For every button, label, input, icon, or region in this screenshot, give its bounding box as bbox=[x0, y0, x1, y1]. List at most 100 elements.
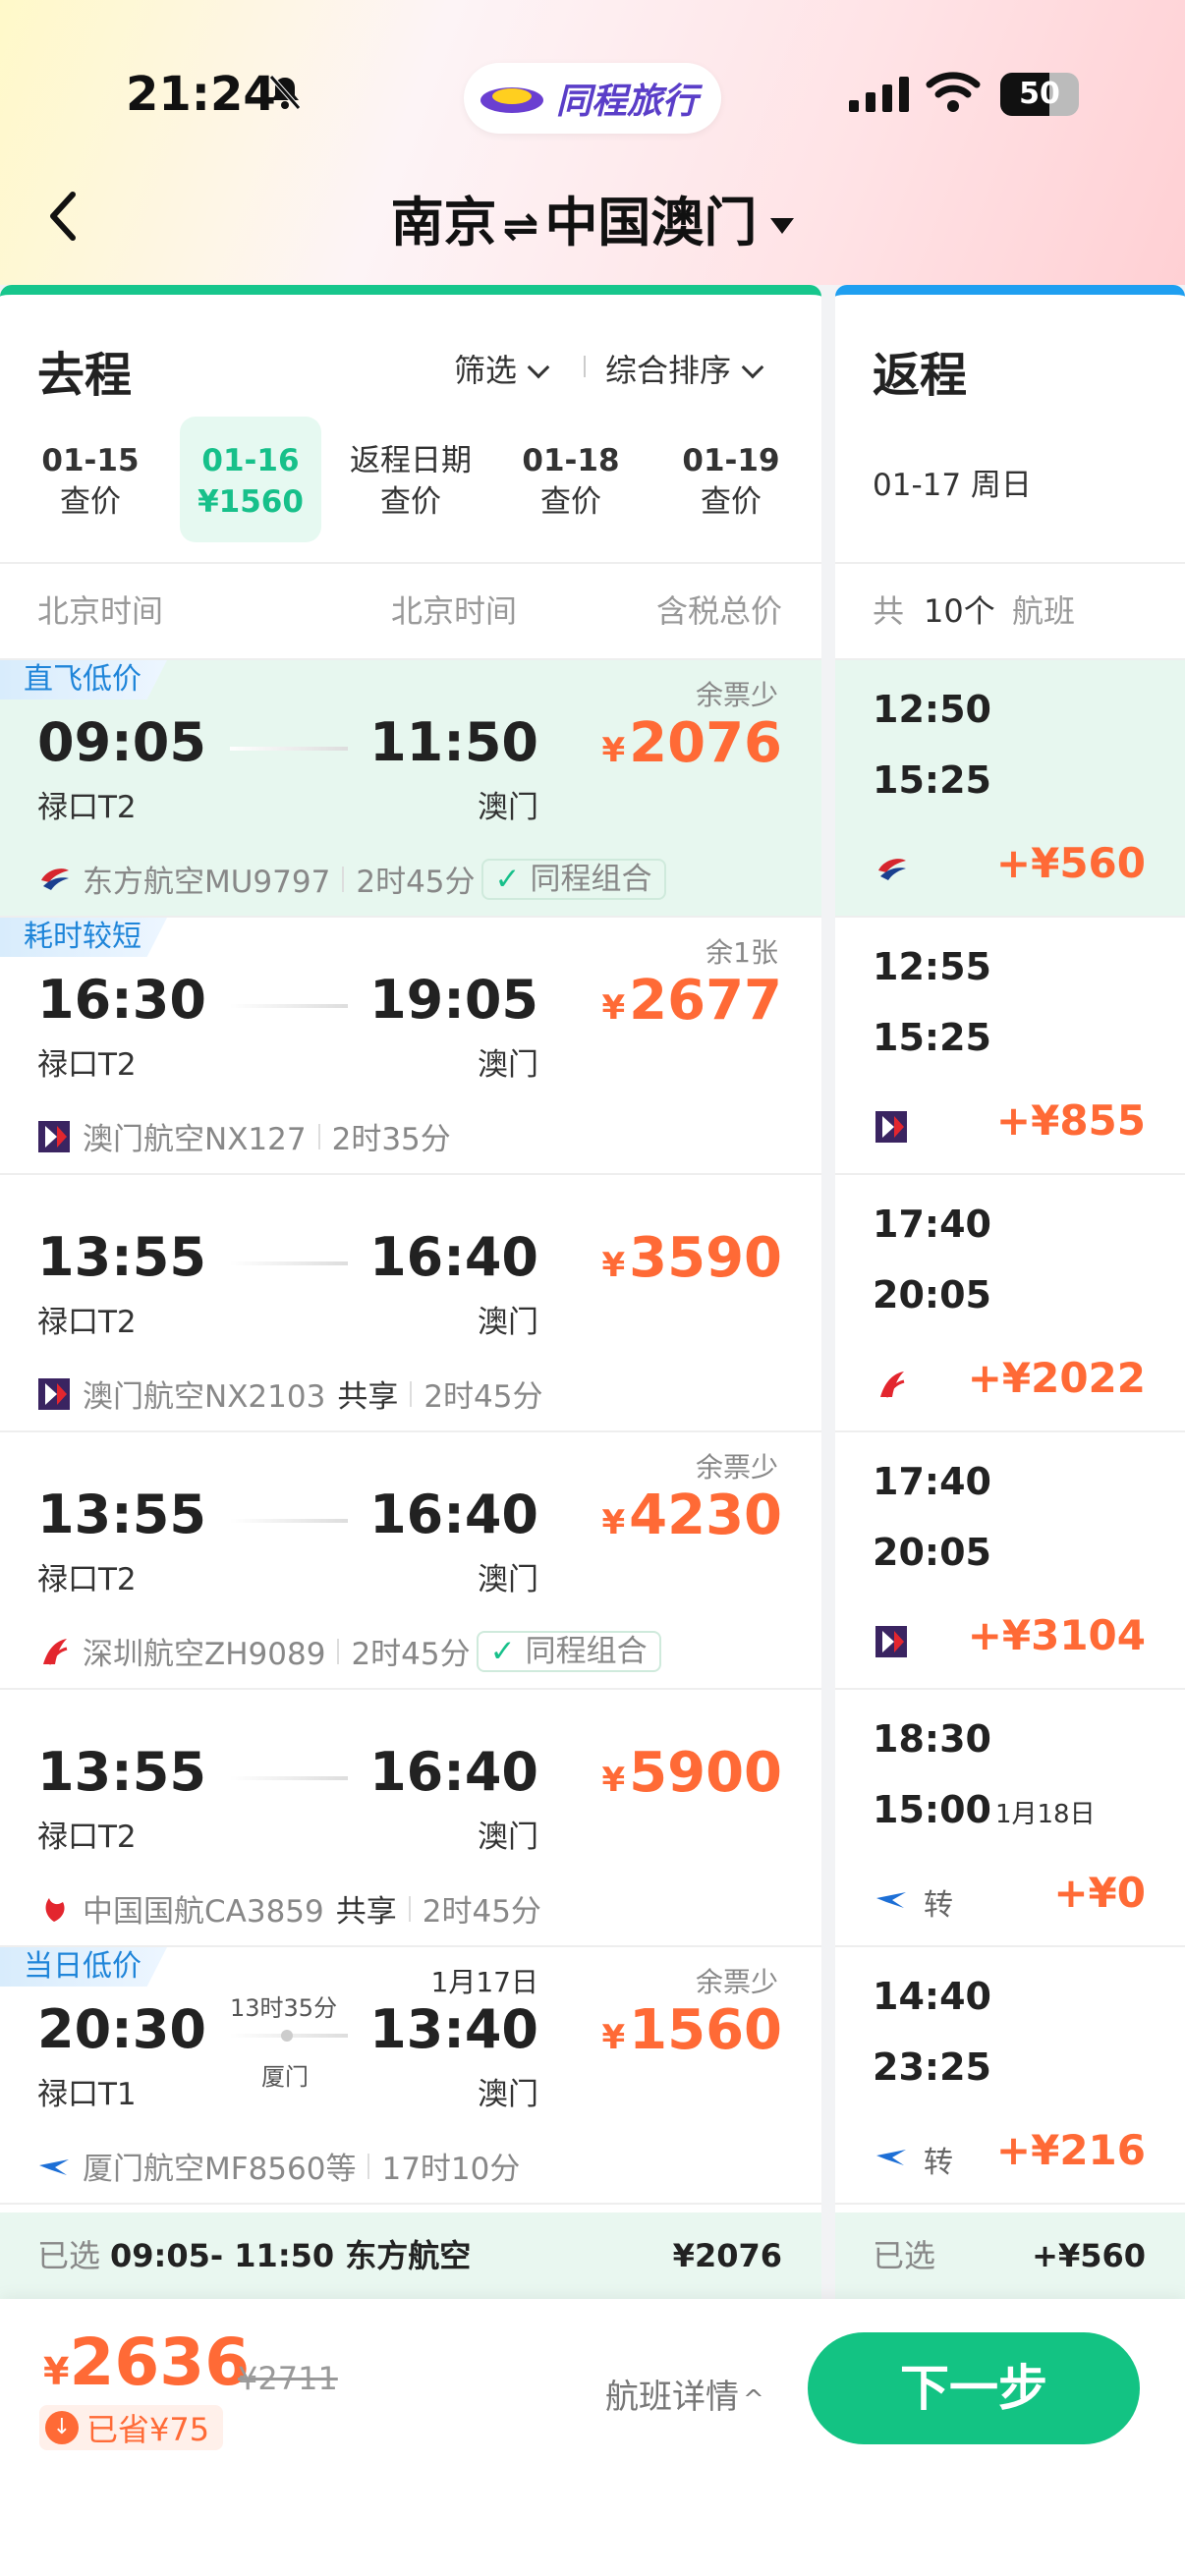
airline-info: 中国国航CA3859 共享 2时45分 bbox=[37, 1886, 541, 1931]
combo-badge: ✓ 同程组合 bbox=[480, 858, 666, 900]
filter-button[interactable]: 筛选 bbox=[454, 346, 550, 391]
return-flight-row[interactable]: 14:40 23:25 转 +¥216 bbox=[835, 1947, 1185, 2205]
date-tab-sub: 查价 bbox=[380, 484, 441, 520]
china-eastern-logo-icon bbox=[875, 853, 908, 886]
arr-airport: 澳门 bbox=[478, 2077, 538, 2112]
return-price: +¥216 bbox=[995, 2126, 1146, 2174]
shenzhen-logo-icon bbox=[37, 1635, 71, 1668]
air-macau-logo-icon bbox=[875, 1110, 908, 1144]
arr-time: 20:05 bbox=[873, 1273, 991, 1316]
dep-airport: 禄口T2 bbox=[37, 1820, 137, 1855]
return-flight-row[interactable]: 12:50 15:25 +¥560 bbox=[835, 660, 1185, 918]
return-price: +¥2022 bbox=[967, 1354, 1146, 1402]
date-tab[interactable]: 返程日期 查价 bbox=[340, 417, 481, 542]
ticket-note: 余1张 bbox=[705, 936, 778, 969]
sort-label: 综合排序 bbox=[605, 352, 732, 389]
arr-time: 19:05 bbox=[369, 969, 538, 1031]
check-icon: ✓ bbox=[494, 861, 521, 897]
airline-name: 澳门航空NX127 bbox=[83, 1122, 307, 1157]
chevron-up-icon: ^ bbox=[743, 2385, 764, 2415]
check-icon: ✓ bbox=[489, 1633, 516, 1669]
return-flight-row[interactable]: 17:40 20:05 +¥3104 bbox=[835, 1432, 1185, 1690]
china-eastern-logo-icon bbox=[37, 863, 71, 896]
swap-arrow-icon: ⇌ bbox=[502, 201, 539, 252]
route-line bbox=[230, 1004, 348, 1008]
selected-flight: 09:05- 11:50 东方航空 bbox=[110, 2237, 472, 2274]
selected-price: +¥560 bbox=[1032, 2237, 1146, 2274]
chevron-down-icon bbox=[741, 356, 764, 379]
flight-price: ¥4230 bbox=[601, 1484, 782, 1547]
return-price: +¥3104 bbox=[967, 1611, 1146, 1659]
date-tab[interactable]: 01-15 查价 bbox=[20, 417, 161, 542]
airline-name: 中国国航CA3859 bbox=[83, 1894, 324, 1930]
arr-airport: 澳门 bbox=[478, 1820, 538, 1855]
status-time: 21:24 bbox=[126, 67, 276, 122]
return-price: +¥855 bbox=[995, 1096, 1146, 1145]
arr-time: 16:40 bbox=[369, 1484, 538, 1545]
flight-price: ¥1560 bbox=[601, 1998, 782, 2062]
outbound-flight-row[interactable]: 耗时较短 余1张 16:30 19:05 禄口T2 澳门 ¥2677 澳门航空NX127 2时3… bbox=[0, 918, 821, 1175]
route-line bbox=[230, 747, 348, 751]
ticket-note: 余票少 bbox=[695, 1451, 778, 1484]
return-flight-row[interactable]: 12:55 15:25 +¥855 bbox=[835, 918, 1185, 1175]
selected-label: 已选 bbox=[37, 2237, 101, 2274]
return-selected-bar: 已选 +¥560 bbox=[835, 2212, 1185, 2299]
stop-dot bbox=[281, 2030, 293, 2042]
saved-badge: ↓ 已省¥75 bbox=[39, 2405, 224, 2450]
return-panel: 返程 01-17 周日 共 10个 航班 12:50 15:25 +¥560 12:5… bbox=[835, 285, 1185, 2299]
flight-detail-link[interactable]: 航班详情 ^ bbox=[605, 2370, 764, 2418]
stop-duration: 13时35分 bbox=[230, 1994, 338, 2022]
airline-info: 深圳航空ZH9089 2时45分 ✓ 同程组合 bbox=[37, 1629, 661, 1673]
date-tabs: 01-15 查价 01-16 ¥1560 返程日期查价 01-18 查价 01-19 查… bbox=[20, 417, 802, 542]
airline-info: 澳门航空NX127 2时35分 bbox=[37, 1114, 451, 1158]
return-flight-row[interactable]: 18:30 15:00 1月18日转 +¥0 bbox=[835, 1690, 1185, 1947]
total-price: ¥2636 bbox=[43, 2324, 251, 2400]
combo-badge: ✓ 同程组合 bbox=[476, 1630, 661, 1672]
date-tab-date: 返程日期 bbox=[350, 443, 472, 478]
return-title: 返程 bbox=[873, 348, 968, 403]
ticket-note: 余票少 bbox=[695, 679, 778, 711]
col-price: 含税总价 bbox=[655, 592, 782, 630]
route-to: 中国澳门 bbox=[544, 192, 758, 253]
route-line bbox=[230, 1519, 348, 1523]
saved-text: 已省¥75 bbox=[86, 2411, 210, 2448]
transfer-label: 转 bbox=[924, 1888, 953, 1923]
xiamen-logo-icon bbox=[37, 2150, 71, 2183]
date-tab-date: 01-16 bbox=[201, 443, 300, 478]
flight-duration: 2时45分 bbox=[356, 865, 476, 900]
dep-time: 17:40 bbox=[873, 1460, 991, 1503]
dep-time: 12:50 bbox=[873, 688, 991, 731]
dep-time: 13:55 bbox=[37, 1484, 206, 1545]
dep-time: 18:30 bbox=[873, 1717, 991, 1761]
dep-airport: 禄口T2 bbox=[37, 1047, 137, 1083]
outbound-flight-row[interactable]: 13:55 16:40 禄口T2 澳门 ¥3590 澳门航空NX2103 共享 2时45分 bbox=[0, 1175, 821, 1432]
brand-name: 同程旅行 bbox=[556, 82, 699, 122]
outbound-flight-row[interactable]: 直飞低价 余票少 09:05 11:50 禄口T2 澳门 ¥2076 东方航空MU9797 2时… bbox=[0, 660, 821, 918]
detail-label: 航班详情 bbox=[605, 2378, 739, 2417]
header: 21:24 同程旅行 50 南京 ⇌ 中国澳门 bbox=[0, 0, 1185, 285]
airline-name: 澳门航空NX2103 bbox=[83, 1379, 326, 1415]
date-tab[interactable]: 01-18 查价 bbox=[500, 417, 642, 542]
flight-duration: 17时10分 bbox=[381, 2152, 521, 2187]
date-tab[interactable]: 01-19 查价 bbox=[660, 417, 802, 542]
next-step-button[interactable]: 下一步 bbox=[808, 2332, 1140, 2444]
flight-price: ¥5900 bbox=[601, 1741, 782, 1805]
outbound-flight-row[interactable]: 当日低价 余票少 20:30 13:40 禄口T1 澳门 13时35分 厦门 1月17日 ¥156… bbox=[0, 1947, 821, 2205]
outbound-flight-row[interactable]: 13:55 16:40 禄口T2 澳门 ¥5900 中国国航CA3859 共享 2时45分 bbox=[0, 1690, 821, 1947]
arr-time: 15:25 bbox=[873, 758, 991, 802]
return-date: 01-17 周日 bbox=[873, 468, 1032, 503]
codeshare-label: 共享 bbox=[337, 1379, 399, 1415]
outbound-title: 去程 bbox=[37, 348, 133, 403]
arr-time: 16:40 bbox=[369, 1741, 538, 1803]
date-tab-selected[interactable]: 01-16 ¥1560 bbox=[180, 417, 321, 542]
route-title[interactable]: 南京 ⇌ 中国澳门 bbox=[0, 179, 1185, 256]
outbound-flight-row[interactable]: 余票少 13:55 16:40 禄口T2 澳门 ¥4230 深圳航空ZH9089 2时45分 ✓… bbox=[0, 1432, 821, 1690]
return-flight-row[interactable]: 17:40 20:05 +¥2022 bbox=[835, 1175, 1185, 1432]
wifi-icon bbox=[926, 72, 981, 112]
arr-time: 20:05 bbox=[873, 1531, 991, 1574]
total-price-value: 2636 bbox=[69, 2324, 251, 2400]
dep-time: 13:55 bbox=[37, 1226, 206, 1288]
sort-button[interactable]: 综合排序 bbox=[605, 346, 764, 391]
arr-date: 1月18日 bbox=[994, 1800, 1096, 1829]
brand-logo-icon bbox=[480, 87, 543, 113]
